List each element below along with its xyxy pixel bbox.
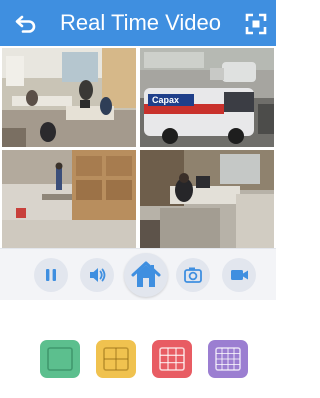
single-view-icon xyxy=(47,347,73,371)
snapshot-button[interactable] xyxy=(176,258,210,292)
home-icon xyxy=(131,261,161,287)
video-record-icon xyxy=(231,270,248,280)
single-view-button[interactable] xyxy=(40,340,80,378)
pause-button[interactable] xyxy=(34,258,68,292)
camera-icon xyxy=(184,267,202,283)
pause-icon xyxy=(46,269,56,281)
quad-view-button[interactable] xyxy=(96,340,136,378)
van-sign-text: Capax xyxy=(152,95,179,105)
camera-view-3[interactable] xyxy=(2,150,136,248)
camera-view-1[interactable] xyxy=(2,48,136,147)
header-bar: Real Time Video xyxy=(0,0,276,46)
page-title: Real Time Video xyxy=(60,10,222,35)
playback-controls xyxy=(0,248,276,302)
sixteen-view-button[interactable] xyxy=(208,340,248,378)
fullscreen-icon[interactable] xyxy=(244,12,268,36)
camera-view-4[interactable] xyxy=(140,150,274,248)
nine-view-icon xyxy=(159,347,185,371)
nine-view-button[interactable] xyxy=(152,340,192,378)
layout-selector xyxy=(0,300,276,398)
camera-grid: Capax xyxy=(0,46,276,248)
home-button[interactable] xyxy=(124,253,168,297)
volume-icon xyxy=(90,268,106,282)
back-arrow-icon[interactable] xyxy=(14,12,38,34)
camera-view-2[interactable]: Capax xyxy=(140,48,274,147)
sixteen-view-icon xyxy=(215,347,241,371)
volume-button[interactable] xyxy=(80,258,114,292)
record-button[interactable] xyxy=(222,258,256,292)
quad-view-icon xyxy=(103,347,129,371)
